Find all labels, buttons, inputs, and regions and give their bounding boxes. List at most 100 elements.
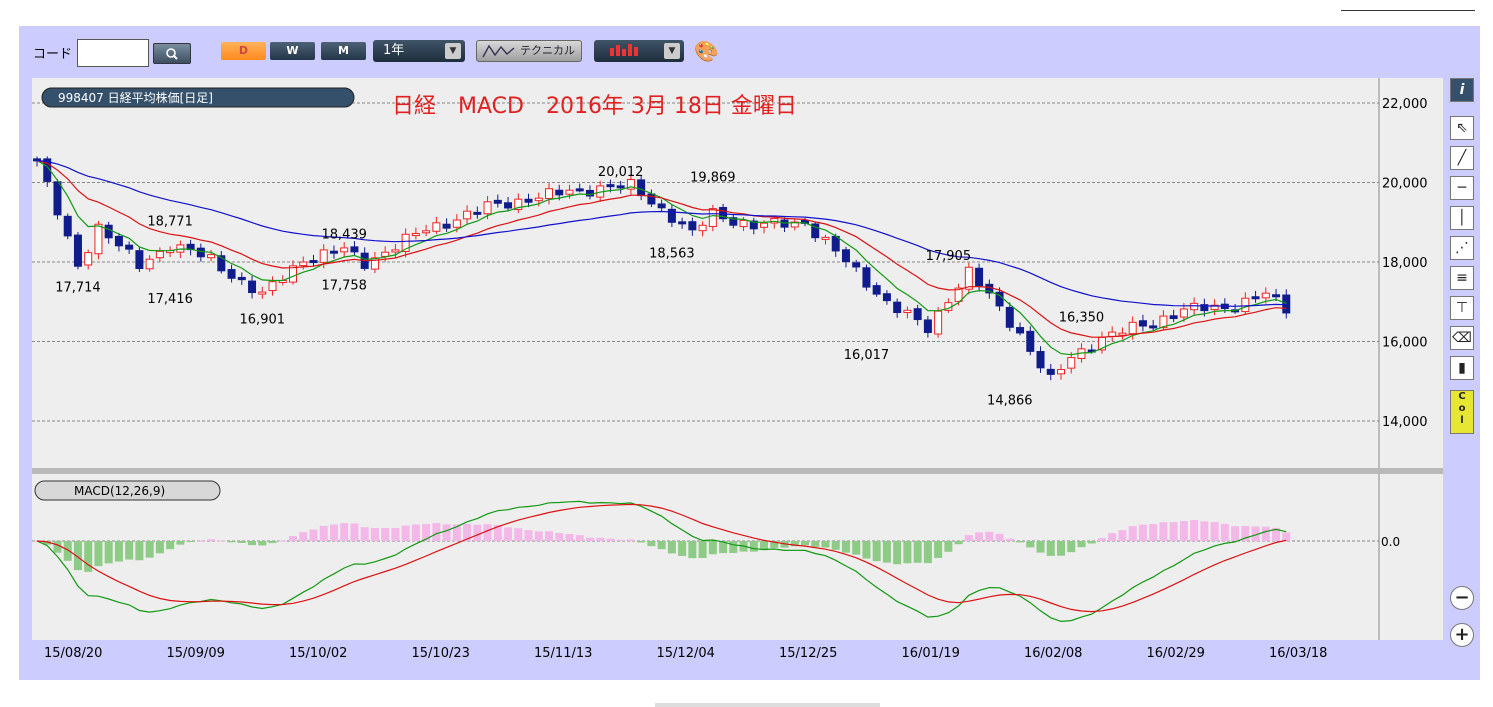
y-tick-label: 22,000 (1382, 97, 1428, 112)
candle-body (1026, 330, 1035, 352)
candle-body (299, 261, 308, 267)
price-annotation: 16,350 (1059, 311, 1105, 326)
candle-body (442, 223, 451, 229)
candle-body (104, 224, 113, 239)
candle-body (63, 215, 72, 237)
macd-histogram-bar (186, 541, 195, 542)
text-tool-icon[interactable]: ⊤ (1450, 296, 1474, 320)
pane-separator[interactable] (32, 468, 1443, 474)
candle-body (606, 184, 615, 188)
macd-histogram-bar (545, 531, 553, 541)
zoom-in-icon[interactable]: + (1450, 623, 1474, 647)
candle-body (841, 249, 850, 263)
y-tick-label: 20,000 (1382, 177, 1428, 192)
macd-histogram-bar (1159, 522, 1168, 541)
macd-histogram-bar (370, 528, 379, 541)
macd-histogram-bar (524, 530, 533, 541)
macd-histogram-bar (114, 541, 123, 562)
candle-body (1272, 294, 1281, 298)
macd-histogram-bar (360, 527, 369, 541)
price-annotation: 17,905 (926, 249, 972, 264)
vertical-line-icon[interactable]: │ (1450, 206, 1474, 230)
macd-histogram-bar (329, 524, 338, 541)
candle-body (319, 249, 328, 263)
macd-histogram-bar (514, 528, 523, 541)
candle-body (422, 230, 431, 234)
macd-histogram-bar (1179, 520, 1188, 541)
macd-histogram-bar (1108, 533, 1117, 541)
candle-body (698, 224, 707, 232)
candle-body (760, 222, 769, 228)
candle-body (678, 221, 687, 225)
info-icon[interactable]: i (1450, 78, 1474, 102)
macd-histogram-bar (975, 532, 984, 541)
fan-line-icon[interactable]: ⋰ (1450, 236, 1474, 260)
macd-histogram-bar (944, 541, 953, 552)
macd-histogram-bar (278, 540, 287, 542)
macd-histogram-bar (923, 541, 932, 564)
macd-histogram-bar (411, 524, 420, 541)
price-annotation: 17,714 (55, 280, 101, 295)
candle-body (258, 291, 267, 295)
macd-histogram-bar (155, 541, 164, 554)
macd-histogram-bar (637, 541, 646, 543)
candle-body (831, 235, 840, 252)
macd-histogram-bar (841, 541, 850, 553)
series-label: 998407 日経平均株価[日足] (58, 90, 213, 105)
macd-histogram-bar (647, 541, 656, 547)
candle-body (780, 219, 789, 228)
macd-histogram-bar (104, 541, 113, 564)
macd-histogram-bar (801, 541, 809, 546)
macd-histogram-bar (1128, 526, 1137, 541)
candle-body (893, 301, 902, 314)
candle-body (657, 203, 666, 209)
candle-body (1046, 368, 1055, 375)
horizontal-line-icon[interactable]: ─ (1450, 176, 1474, 200)
macd-histogram-bar (1067, 541, 1076, 553)
candle-body (964, 266, 973, 290)
trash-icon[interactable]: ▮ (1450, 356, 1474, 380)
macd-histogram-bar (1077, 541, 1086, 548)
macd-histogram-bar (63, 541, 72, 561)
eraser-icon[interactable]: ⌫ (1450, 326, 1474, 350)
macd-histogram-bar (565, 533, 574, 541)
cursor-icon[interactable]: ⇖ (1450, 116, 1474, 140)
macd-histogram-bar (391, 527, 400, 541)
x-tick-label: 15/10/02 (289, 646, 347, 661)
candle-body (196, 247, 205, 258)
macd-histogram-bar (964, 535, 973, 541)
macd-histogram-bar (483, 524, 492, 541)
color-icon[interactable]: Col (1450, 390, 1474, 434)
candle-body (913, 308, 922, 321)
candle-body (1067, 357, 1076, 369)
candle-body (555, 189, 564, 196)
candle-body (155, 250, 164, 259)
candle-body (207, 254, 216, 259)
macd-histogram-bar (1190, 519, 1199, 541)
candle-body (473, 211, 482, 215)
macd-histogram-bar (1046, 541, 1055, 556)
parallel-lines-icon[interactable]: ≡ (1450, 266, 1474, 290)
candle-body (463, 210, 472, 220)
trendline-icon[interactable]: ╱ (1450, 146, 1474, 170)
zoom-out-icon[interactable]: − (1450, 586, 1474, 610)
macd-histogram-bar (616, 539, 625, 541)
page-scrollbar[interactable] (655, 703, 880, 707)
chart-title: 日経 MACD 2016年 3月 18日 金曜日 (392, 94, 797, 119)
candle-body (73, 234, 82, 267)
candle-body (493, 199, 502, 204)
macd-histogram-bar (954, 541, 963, 545)
macd-histogram-bar (1282, 532, 1291, 541)
macd-histogram-bar (504, 527, 513, 541)
macd-histogram-bar (1118, 530, 1127, 541)
candle-body (545, 188, 553, 199)
candle-body (575, 188, 584, 192)
macd-histogram-bar (1097, 537, 1106, 541)
candle-body (84, 252, 93, 266)
candle-body (504, 202, 513, 209)
candle-body (852, 262, 861, 268)
macd-histogram-bar (289, 536, 297, 541)
candle-body (1169, 315, 1178, 320)
candle-body (862, 267, 871, 288)
macd-histogram-bar (381, 527, 390, 541)
